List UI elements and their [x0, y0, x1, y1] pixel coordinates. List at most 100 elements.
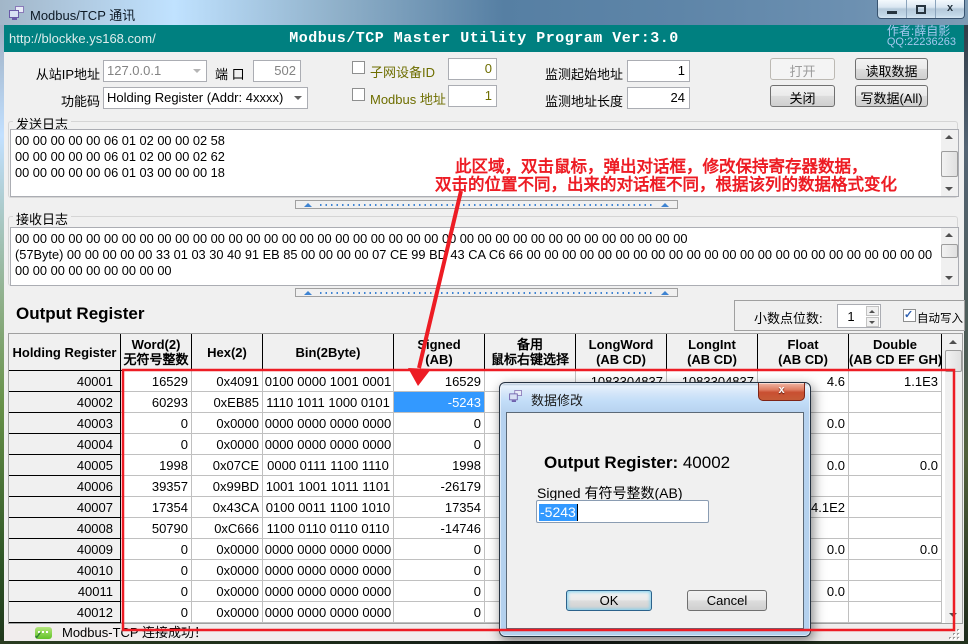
decimal-spinner[interactable]: 1 — [837, 304, 881, 328]
minimize-button[interactable] — [878, 0, 907, 18]
receive-log-text[interactable]: 00 00 00 00 00 00 00 00 00 00 00 00 00 0… — [10, 227, 959, 286]
row-header[interactable]: 40006 — [9, 476, 121, 497]
cell-bin[interactable]: 0000 0000 0000 0000 — [263, 434, 394, 455]
cell-hex[interactable]: 0x0000 — [192, 539, 263, 560]
close-button[interactable]: x — [936, 0, 964, 18]
cell-bin[interactable]: 0000 0111 1100 1110 — [263, 455, 394, 476]
cell-hex[interactable]: 0x43CA — [192, 497, 263, 518]
row-header[interactable]: 40003 — [9, 413, 121, 434]
title-bar[interactable] — [0, 0, 968, 25]
scrollbar-thumb[interactable] — [941, 244, 958, 258]
row-header[interactable]: 40002 — [9, 392, 121, 413]
cell-word[interactable]: 0 — [121, 560, 192, 581]
row-header[interactable]: 40008 — [9, 518, 121, 539]
dialog-value-input[interactable]: -5243 — [536, 500, 709, 523]
row-header[interactable]: 40011 — [9, 581, 121, 602]
col-header[interactable]: LongInt(AB CD) — [667, 334, 758, 370]
ok-button[interactable]: OK — [566, 590, 652, 611]
cell-double[interactable]: 0.0 — [849, 455, 942, 476]
row-header[interactable]: 40005 — [9, 455, 121, 476]
cell-hex[interactable]: 0x4091 — [192, 371, 263, 392]
send-log-scrollbar[interactable] — [941, 130, 958, 196]
start-addr-input[interactable]: 1 — [627, 60, 690, 82]
close-conn-button[interactable]: 关闭 — [770, 85, 835, 107]
splitter-top[interactable] — [295, 200, 678, 209]
scrollbar-thumb[interactable] — [941, 151, 958, 177]
cell-bin[interactable]: 0000 0000 0000 0000 — [263, 602, 394, 623]
cell-signed[interactable]: 0 — [394, 602, 485, 623]
modbus-addr-checkbox[interactable] — [352, 88, 365, 101]
col-header[interactable]: Word(2)无符号整数 — [121, 334, 192, 370]
cell-word[interactable]: 50790 — [121, 518, 192, 539]
modbus-addr-input[interactable]: 1 — [448, 85, 497, 107]
cell-double[interactable] — [849, 392, 942, 413]
cell-bin[interactable]: 1100 0110 0110 0110 — [263, 518, 394, 539]
cell-double[interactable] — [849, 560, 942, 581]
subnet-input[interactable]: 0 — [448, 58, 497, 80]
cell-hex[interactable]: 0xEB85 — [192, 392, 263, 413]
cell-signed[interactable]: -14746 — [394, 518, 485, 539]
read-button[interactable]: 读取数据 — [855, 58, 928, 80]
dialog-close-button[interactable]: x — [758, 383, 805, 401]
cell-signed[interactable]: 0 — [394, 581, 485, 602]
col-header[interactable]: Bin(2Byte) — [263, 334, 394, 370]
cell-hex[interactable]: 0x99BD — [192, 476, 263, 497]
cell-hex[interactable]: 0x0000 — [192, 560, 263, 581]
col-header[interactable]: 备用鼠标右键选择 — [485, 334, 576, 370]
row-header[interactable]: 40009 — [9, 539, 121, 560]
cell-bin[interactable]: 0000 0000 0000 0000 — [263, 560, 394, 581]
cell-double[interactable] — [849, 476, 942, 497]
cell-double[interactable] — [849, 518, 942, 539]
cell-word[interactable]: 60293 — [121, 392, 192, 413]
cell-double[interactable]: 0.0 — [849, 539, 942, 560]
cell-word[interactable]: 0 — [121, 413, 192, 434]
cell-word[interactable]: 17354 — [121, 497, 192, 518]
table-scrollbar[interactable] — [945, 334, 962, 623]
col-header[interactable]: Float(AB CD) — [758, 334, 849, 370]
col-header[interactable]: Hex(2) — [192, 334, 263, 370]
cell-word[interactable]: 0 — [121, 539, 192, 560]
scrollbar-thumb[interactable] — [945, 350, 962, 372]
cell-bin[interactable]: 1001 1001 1011 1101 — [263, 476, 394, 497]
cell-double[interactable] — [849, 497, 942, 518]
cell-word[interactable]: 39357 — [121, 476, 192, 497]
row-header[interactable]: 40004 — [9, 434, 121, 455]
col-header[interactable]: Signed(AB) — [394, 334, 485, 370]
cell-word[interactable]: 0 — [121, 434, 192, 455]
cell-signed[interactable]: 1998 — [394, 455, 485, 476]
row-header[interactable]: 40010 — [9, 560, 121, 581]
cell-signed[interactable]: -26179 — [394, 476, 485, 497]
cell-hex[interactable]: 0x0000 — [192, 602, 263, 623]
cell-bin[interactable]: 1110 1011 1000 0101 — [263, 392, 394, 413]
cell-bin[interactable]: 0100 0011 1100 1010 — [263, 497, 394, 518]
cell-signed[interactable]: 0 — [394, 560, 485, 581]
cell-bin[interactable]: 0000 0000 0000 0000 — [263, 581, 394, 602]
col-header[interactable]: Double(AB CD EF GH) — [849, 334, 942, 370]
cell-word[interactable]: 0 — [121, 581, 192, 602]
subnet-checkbox[interactable] — [352, 61, 365, 74]
cell-bin[interactable]: 0000 0000 0000 0000 — [263, 413, 394, 434]
row-header[interactable]: 40001 — [9, 371, 121, 392]
col-header-holding-register[interactable]: Holding Register — [9, 334, 121, 370]
ip-combo[interactable]: 127.0.0.1 — [103, 60, 207, 82]
cell-word[interactable]: 16529 — [121, 371, 192, 392]
cell-signed[interactable]: -5243 — [394, 392, 485, 413]
cell-bin[interactable]: 0000 0000 0000 0000 — [263, 539, 394, 560]
cancel-button[interactable]: Cancel — [687, 590, 767, 611]
cell-double[interactable] — [849, 413, 942, 434]
funccode-combo[interactable]: Holding Register (Addr: 4xxxx) — [103, 87, 308, 109]
cell-double[interactable]: 1.1E3 — [849, 371, 942, 392]
cell-hex[interactable]: 0x0000 — [192, 581, 263, 602]
resize-grip[interactable] — [948, 628, 962, 641]
row-header[interactable]: 40012 — [9, 602, 121, 623]
cell-hex[interactable]: 0x0000 — [192, 413, 263, 434]
length-input[interactable]: 24 — [627, 87, 690, 109]
write-button[interactable]: 写数据(All) — [855, 85, 928, 107]
cell-double[interactable] — [849, 434, 942, 455]
cell-bin[interactable]: 0100 0000 1001 0001 — [263, 371, 394, 392]
cell-signed[interactable]: 0 — [394, 539, 485, 560]
cell-signed[interactable]: 16529 — [394, 371, 485, 392]
cell-hex[interactable]: 0x07CE — [192, 455, 263, 476]
cell-signed[interactable]: 0 — [394, 413, 485, 434]
cell-signed[interactable]: 17354 — [394, 497, 485, 518]
